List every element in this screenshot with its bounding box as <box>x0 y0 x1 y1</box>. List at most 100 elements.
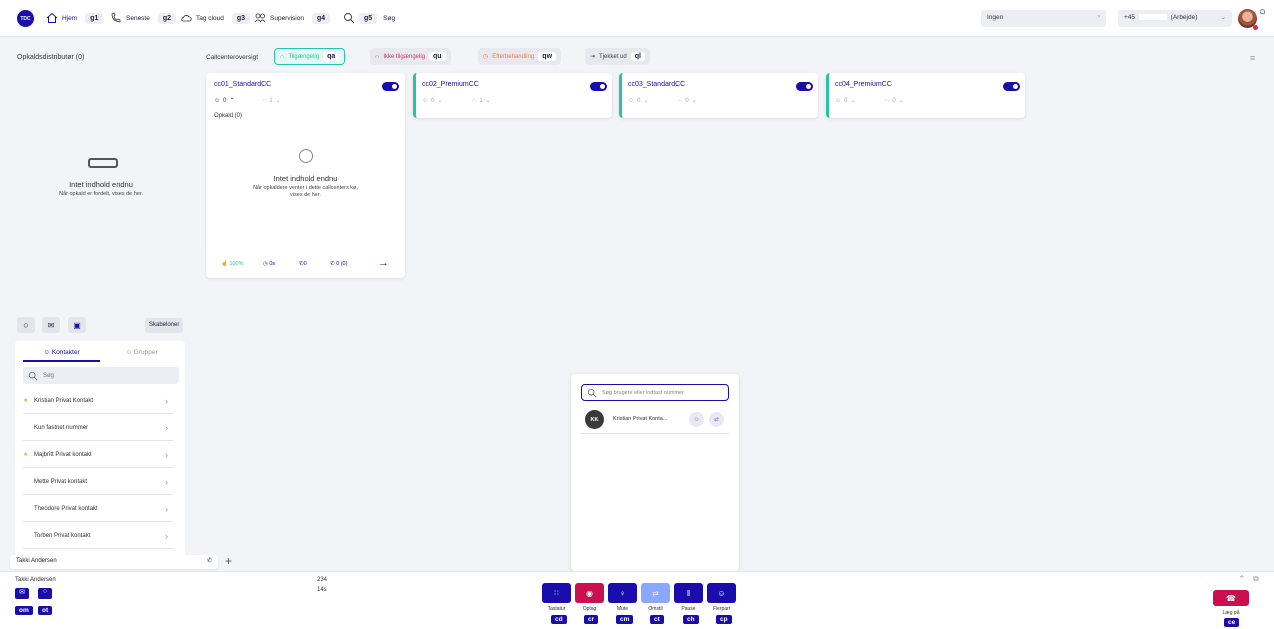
cc-card-1: cc01_StandardCC ☺ 0 ⌃ ∩ 1 ⌄ Opkald (0) Intet… <box>206 73 405 278</box>
person-icon: ☺ <box>214 97 221 104</box>
agents-count[interactable]: ☺ 0 ⌄ <box>422 97 443 105</box>
cc-empty-sub: Når opkaldere venter i dette callcenters… <box>253 185 358 199</box>
queue-count[interactable]: ∩ 1 ⌄ <box>472 97 491 105</box>
person-icon: ☺ <box>628 97 635 104</box>
conference-label: Flerpart <box>712 606 731 612</box>
headset-icon: ∩ <box>472 97 477 104</box>
chip-available[interactable]: ∩ Tilgængelig qa <box>274 48 346 65</box>
agents-count[interactable]: ☺ 0 ⌄ <box>628 97 649 105</box>
call-user-name: Takki Andersen <box>15 577 56 583</box>
transfer-icon: ⇄ <box>652 588 659 598</box>
hangup-label: Læg på <box>1222 610 1240 616</box>
hangup-button[interactable]: ☎ <box>1213 590 1249 606</box>
chat-icon: ○ <box>23 320 29 330</box>
tdc-logo: TDC <box>17 10 34 27</box>
popout-icon[interactable]: ⧉ <box>1253 574 1259 584</box>
contact-row[interactable]: Kun fastnet nummer › <box>23 415 173 441</box>
layout-toggle-icon[interactable]: ≡ <box>1250 53 1255 63</box>
headset-off-icon: ∩ <box>375 53 380 60</box>
stat-missed: ✆ 0 (0) <box>330 261 348 267</box>
dialer-popup: Søg brugere eller indtast nummer KK Kris… <box>571 374 739 571</box>
chat-icon[interactable]: ○ <box>38 588 52 599</box>
contacts-search-input[interactable]: Søg <box>23 367 179 384</box>
dialer-search-input[interactable]: Søg brugere eller indtast nummer <box>581 384 729 401</box>
templates-button[interactable]: Skabeloner <box>145 318 184 333</box>
call-duration: 14s <box>317 587 327 593</box>
contact-row[interactable]: ★ Kristian Privat Kontakt › <box>23 388 173 414</box>
conference-button[interactable]: ☺ <box>707 583 736 603</box>
transfer-icon[interactable]: ⇄ <box>709 412 724 427</box>
chip-unavailable[interactable]: ∩ Ikke tilgængelig qu <box>370 48 451 65</box>
mail-icon: ✉ <box>47 320 55 330</box>
keypad-label: Tastatur <box>547 606 566 612</box>
cloud-icon <box>181 15 192 22</box>
nav-recent[interactable]: Seneste g2 <box>110 12 177 24</box>
chevron-down-icon: ⌄ <box>1220 14 1226 21</box>
record-button[interactable]: ◉ <box>575 583 604 603</box>
pause-button[interactable]: ‖ <box>674 583 703 603</box>
chevron-up-icon[interactable]: ⌃ <box>1238 574 1246 585</box>
phone-icon <box>111 12 121 23</box>
result-contact-name[interactable]: Kristian Privat Konta... <box>613 416 667 422</box>
tab-contacts[interactable]: ☺ Kontakter <box>23 349 100 362</box>
mic-icon: ♀ <box>619 588 626 598</box>
mail-icon[interactable]: ✉ <box>15 588 29 599</box>
nav-tag-cloud[interactable]: Tag cloud g3 <box>180 12 250 24</box>
number-select[interactable]: +45 (Arbejde) ⌄ <box>1118 10 1232 27</box>
queue-count[interactable]: ∩ 0 ⌄ <box>678 97 697 105</box>
chevron-right-icon: › <box>165 449 168 460</box>
contact-row[interactable]: Mette Privat kontakt › <box>23 469 173 495</box>
clock-icon: ◷ <box>483 54 489 60</box>
chevron-right-icon: › <box>165 530 168 541</box>
contact-card-icon: ▣ <box>73 320 81 330</box>
conference-icon: ☺ <box>717 588 726 598</box>
opkald-title: Opkaldsdistributør (0) <box>17 54 85 61</box>
cc-toggle[interactable] <box>796 82 813 91</box>
contact-row[interactable]: ★ Majbritt Privat kontakt › <box>23 442 173 468</box>
arrow-right-icon[interactable]: → <box>378 257 389 269</box>
queue-count[interactable]: ∩ 1 ⌄ <box>262 97 281 105</box>
headset-icon: ∩ <box>262 97 267 104</box>
empty-box-icon <box>88 158 118 168</box>
cc-toggle[interactable] <box>1003 82 1020 91</box>
person-icon: ☺ <box>43 349 50 356</box>
current-user-tab[interactable]: Takki Andersen ✆ <box>10 555 218 569</box>
cc-card-2: cc02_PremiumCC ☺ 0 ⌄ ∩ 1 ⌄ <box>413 73 612 118</box>
transfer-label: Omstil <box>648 606 663 612</box>
clock-icon: ◷ <box>263 261 268 267</box>
cc-card-title: cc01_StandardCC <box>214 81 272 88</box>
kbd-hint: cr <box>584 615 599 624</box>
contact-row[interactable]: Torben Privat kontakt › <box>23 523 173 549</box>
nav-supervision[interactable]: Supervision g4 <box>254 12 331 24</box>
contacts-tool-button[interactable]: ▣ <box>68 317 86 333</box>
mute-button[interactable]: ♀ <box>608 583 637 603</box>
cc-card-title: cc04_PremiumCC <box>835 81 892 88</box>
cc-card-title: cc02_PremiumCC <box>422 81 479 88</box>
status-select[interactable]: Ingen › <box>981 10 1106 27</box>
add-tab-button[interactable]: + <box>225 554 232 568</box>
search-icon <box>587 388 597 397</box>
keypad-button[interactable]: ∷ <box>542 583 571 603</box>
cc-toggle[interactable] <box>382 82 399 91</box>
cc-toggle[interactable] <box>590 82 607 91</box>
kbd-hint: ch <box>683 615 699 624</box>
mail-tool-button[interactable]: ✉ <box>42 317 60 333</box>
opkald-empty-title: Intet indhold endnu <box>69 180 133 189</box>
chat-tool-button[interactable]: ○ <box>17 317 35 333</box>
tab-groups[interactable]: ☺ Grupper <box>103 349 180 356</box>
agents-count[interactable]: ☺ 0 ⌃ <box>214 97 235 105</box>
contact-row[interactable]: Theodore Privat kontakt › <box>23 496 173 522</box>
callcenter-title: Callcenteroversigt <box>206 54 259 61</box>
chip-wrapup[interactable]: ◷ Efterbehandling qw <box>478 48 562 65</box>
chevron-right-icon: › <box>165 476 168 487</box>
status-dot <box>1253 25 1258 30</box>
queue-count[interactable]: ∩ 0 ⌄ <box>885 97 904 105</box>
nav-search[interactable]: g5 Søg <box>343 12 395 24</box>
bell-icon[interactable] <box>1260 9 1265 14</box>
nav-home[interactable]: Hjem g1 <box>46 12 104 24</box>
transfer-button[interactable]: ⇄ <box>641 583 670 603</box>
agents-count[interactable]: ☺ 0 ⌄ <box>835 97 856 105</box>
add-person-icon[interactable]: ☺ <box>689 412 704 427</box>
chip-checked-out[interactable]: ⇥ Tjekket ud ql <box>585 48 650 65</box>
missed-call-icon: ✆ <box>330 261 335 267</box>
